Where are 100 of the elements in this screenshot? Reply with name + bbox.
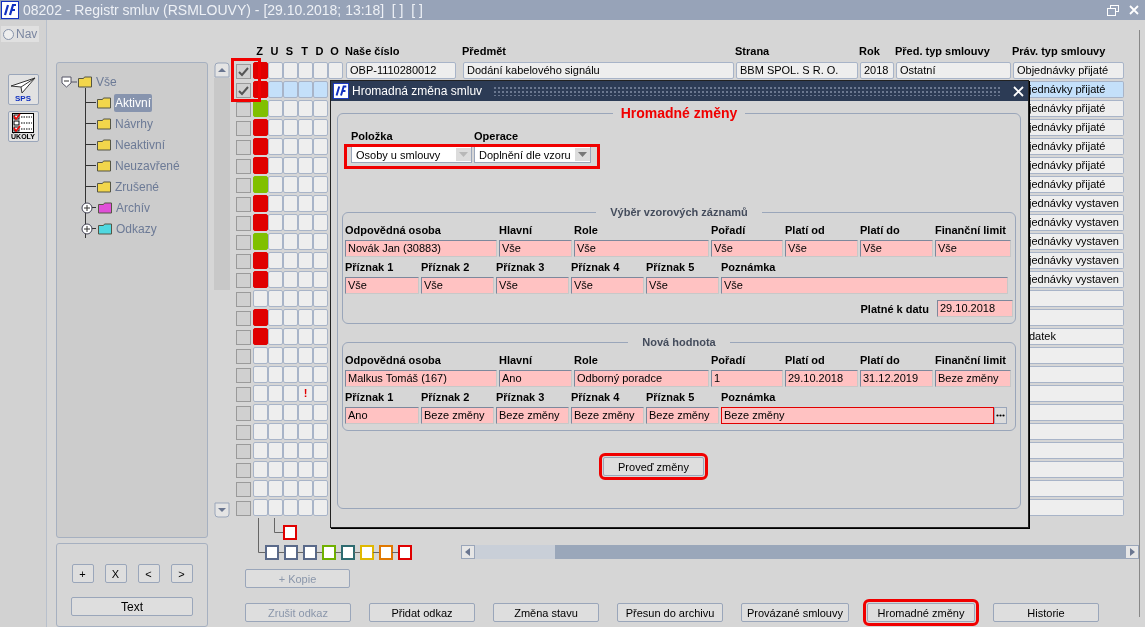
action-button[interactable]: Provázané smlouvy (741, 603, 849, 622)
row-checkbox[interactable] (236, 463, 251, 478)
row-checkbox[interactable] (236, 102, 251, 117)
scroll-up-icon[interactable] (214, 62, 230, 78)
action-button[interactable]: Změna stavu (493, 603, 599, 622)
input-field[interactable]: Vše (721, 277, 1008, 294)
horizontal-scrollbar[interactable] (461, 545, 1139, 559)
input-field[interactable]: 1 (711, 370, 783, 387)
scroll-down-icon[interactable] (214, 502, 230, 518)
more-button[interactable] (994, 407, 1007, 424)
field-label: Příznak 1 (345, 261, 395, 273)
action-button[interactable]: Přesun do archivu (617, 603, 723, 622)
column-header: Před. typ smlouvy (895, 45, 991, 57)
row-checkbox[interactable] (236, 330, 251, 345)
input-field[interactable]: Vše (860, 240, 933, 257)
scroll-left-icon[interactable] (461, 545, 475, 559)
row-checkbox[interactable] (236, 368, 251, 383)
status-cell (253, 480, 268, 497)
input-field[interactable]: Beze změny (721, 407, 994, 424)
column-header: D (314, 45, 325, 57)
table-cell (313, 442, 328, 459)
row-checkbox[interactable] (236, 482, 251, 497)
field-label: Role (574, 354, 599, 366)
row-checkbox[interactable] (236, 64, 251, 79)
input-field[interactable]: Ano (499, 370, 572, 387)
row-checkbox[interactable] (236, 501, 251, 516)
connector-line (372, 552, 381, 553)
input-field[interactable]: Beze změny (571, 407, 644, 424)
row-checkbox[interactable] (236, 159, 251, 174)
input-field[interactable]: Beze změny (496, 407, 569, 424)
row-checkbox[interactable] (236, 197, 251, 212)
table-cell (283, 195, 298, 212)
plane-launcher-button[interactable]: SPS (7, 74, 39, 105)
input-field[interactable]: Vše (499, 240, 572, 257)
input-field[interactable]: Vše (711, 240, 783, 257)
status-cell (253, 385, 268, 402)
field-label: Položka (351, 130, 394, 142)
input-field[interactable]: Odborný poradce (574, 370, 709, 387)
input-field[interactable]: Beze změny (646, 407, 719, 424)
row-checkbox[interactable] (236, 292, 251, 307)
row-checkbox[interactable] (236, 83, 251, 98)
input-field[interactable]: Vše (421, 277, 494, 294)
table-cell (283, 499, 298, 516)
input-field[interactable]: Vše (496, 277, 569, 294)
table-cell (283, 176, 298, 193)
section-heading: Nová hodnota (641, 336, 717, 348)
table-cell: jednávky přijaté (1029, 81, 1124, 98)
table-cell (313, 461, 328, 478)
row-checkbox[interactable] (236, 140, 251, 155)
input-field[interactable]: Ano (345, 407, 419, 424)
action-button[interactable]: Historie (993, 603, 1099, 622)
restore-icon[interactable] (1107, 4, 1119, 16)
row-checkbox[interactable] (236, 425, 251, 440)
dropdown[interactable]: Doplnění dle vzoru (474, 146, 591, 163)
scroll-thumb[interactable] (475, 545, 555, 559)
scroll-right-icon[interactable] (1125, 545, 1139, 559)
status-cell (253, 347, 268, 364)
tree-button[interactable]: X (104, 564, 127, 583)
input-field[interactable]: Vše (345, 277, 419, 294)
row-checkbox[interactable] (236, 387, 251, 402)
input-field[interactable]: 29.10.2018 (785, 370, 858, 387)
input-field[interactable]: Vše (785, 240, 858, 257)
row-checkbox[interactable] (236, 235, 251, 250)
row-checkbox[interactable] (236, 273, 251, 288)
input-field[interactable]: Vše (646, 277, 719, 294)
tree-button[interactable]: + (71, 564, 94, 583)
table-cell (313, 100, 328, 117)
row-checkbox[interactable] (236, 406, 251, 421)
input-field[interactable]: Vše (574, 240, 709, 257)
close-icon[interactable] (1013, 85, 1024, 97)
tree-button[interactable]: > (170, 564, 193, 583)
row-checkbox[interactable] (236, 444, 251, 459)
input-field[interactable]: Novák Jan (30883) (345, 240, 497, 257)
input-field[interactable]: Beze změny (421, 407, 494, 424)
table-cell (283, 62, 298, 79)
collapse-toggle-icon[interactable] (61, 75, 77, 88)
row-checkbox[interactable] (236, 121, 251, 136)
input-field[interactable]: 29.10.2018 (937, 300, 1013, 317)
table-cell (313, 290, 328, 307)
tree-button[interactable]: < (137, 564, 160, 583)
input-field[interactable]: Vše (571, 277, 644, 294)
input-field[interactable]: 31.12.2019 (860, 370, 933, 387)
table-cell (313, 385, 328, 402)
table-cell (283, 404, 298, 421)
table-cell (328, 62, 343, 79)
dropdown[interactable]: Osoby u smlouvy (351, 146, 472, 163)
input-field[interactable]: Beze změny (935, 370, 1011, 387)
input-field[interactable]: Vše (935, 240, 1011, 257)
row-checkbox[interactable] (236, 254, 251, 269)
row-checkbox[interactable] (236, 349, 251, 364)
input-field[interactable]: Malkus Tomáš (167) (345, 370, 497, 387)
row-checkbox[interactable] (236, 216, 251, 231)
text-button[interactable]: Text (71, 597, 193, 616)
action-button[interactable]: Přidat odkaz (369, 603, 475, 622)
expand-toggle-icon[interactable] (81, 222, 93, 235)
row-checkbox[interactable] (236, 178, 251, 193)
row-checkbox[interactable] (236, 311, 251, 326)
field-label: Příznak 1 (345, 391, 395, 403)
table-cell: jednávky vystaven (1029, 195, 1124, 212)
expand-toggle-icon[interactable] (81, 201, 93, 214)
